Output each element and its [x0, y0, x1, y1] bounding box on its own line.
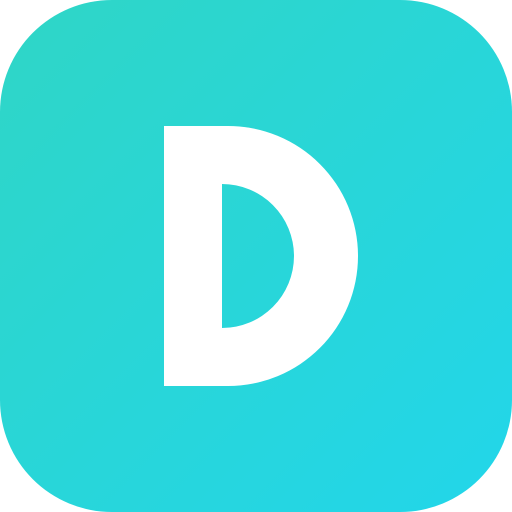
app-icon	[0, 0, 512, 512]
app-icon-graphic	[0, 0, 512, 512]
icon-background	[0, 0, 512, 512]
